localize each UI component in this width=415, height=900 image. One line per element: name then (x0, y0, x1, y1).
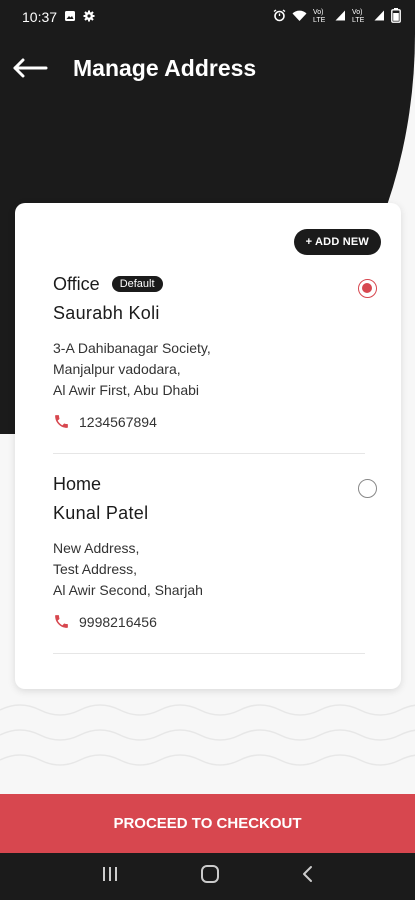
address-name: Saurabh Koli (53, 303, 160, 323)
address-lines: New Address, Test Address, Al Awir Secon… (53, 538, 365, 601)
phone-number: 9998216456 (79, 613, 157, 630)
image-icon (64, 9, 76, 25)
battery-icon (391, 8, 401, 26)
address-line: Test Address, (53, 561, 138, 577)
top-bar: Manage Address (0, 46, 415, 90)
address-card: + ADD NEW Office Default Saurabh Koli 3-… (15, 203, 401, 689)
phone-row: 1234567894 (53, 413, 365, 430)
wifi-icon (292, 10, 307, 25)
address-line: Al Awir Second, Sharjah (53, 582, 203, 598)
recent-apps-icon[interactable] (101, 866, 119, 887)
address-type: Office (53, 273, 100, 294)
page-title: Manage Address (73, 54, 257, 81)
background-pattern (0, 690, 415, 790)
address-line: Manjalpur vadodara, (53, 361, 181, 377)
signal-icon (335, 10, 346, 24)
phone-icon (55, 615, 68, 628)
address-line: New Address, (53, 540, 140, 556)
volte-label-2: Vo) LTE (352, 9, 365, 24)
radio-selected[interactable] (358, 279, 377, 298)
address-line: 3-A Dahibanagar Society, (53, 340, 211, 356)
address-item-home[interactable]: Home Kunal Patel New Address, Test Addre… (53, 471, 377, 654)
home-icon[interactable] (200, 864, 220, 889)
status-time: 10:37 (22, 9, 58, 25)
back-arrow-icon (13, 58, 48, 78)
signal-icon-2 (374, 10, 385, 24)
proceed-to-checkout-button[interactable]: PROCEED TO CHECKOUT (0, 794, 415, 853)
back-button[interactable] (0, 46, 60, 90)
status-bar: 10:37 Vo) LTE Vo) LTE (0, 0, 415, 34)
address-lines: 3-A Dahibanagar Society, Manjalpur vadod… (53, 338, 365, 401)
settings-icon (83, 9, 95, 25)
address-type: Home (53, 473, 102, 494)
system-nav-bar (0, 853, 415, 900)
address-line: Al Awir First, Abu Dhabi (53, 382, 200, 398)
volte-label-1: Vo) LTE (313, 9, 326, 24)
phone-row: 9998216456 (53, 613, 365, 630)
address-name: Kunal Patel (53, 503, 149, 523)
alarm-icon (273, 9, 286, 25)
default-badge: Default (111, 276, 163, 292)
add-new-button[interactable]: + ADD NEW (293, 229, 381, 255)
phone-icon (55, 415, 68, 428)
back-nav-icon[interactable] (301, 865, 315, 888)
phone-number: 1234567894 (79, 413, 157, 430)
address-item-office[interactable]: Office Default Saurabh Koli 3-A Dahibana… (53, 271, 377, 454)
radio-unselected[interactable] (358, 479, 377, 498)
